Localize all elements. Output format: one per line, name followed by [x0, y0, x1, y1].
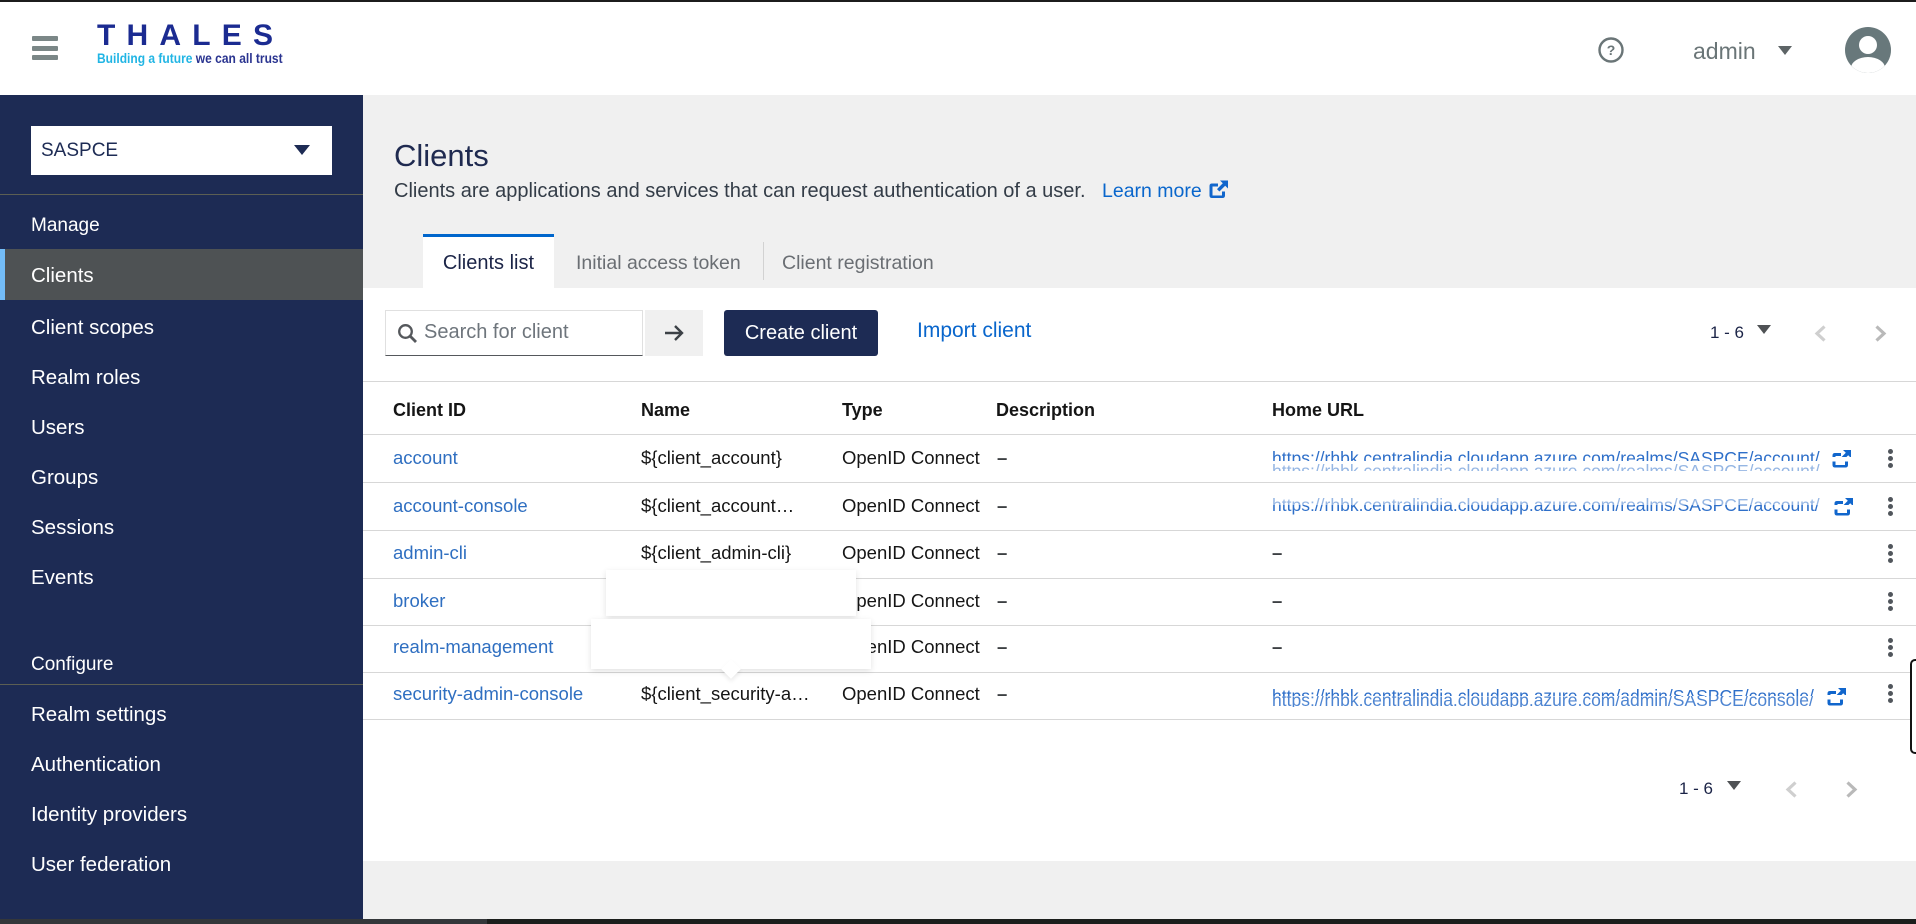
- svg-text:?: ?: [1607, 42, 1616, 58]
